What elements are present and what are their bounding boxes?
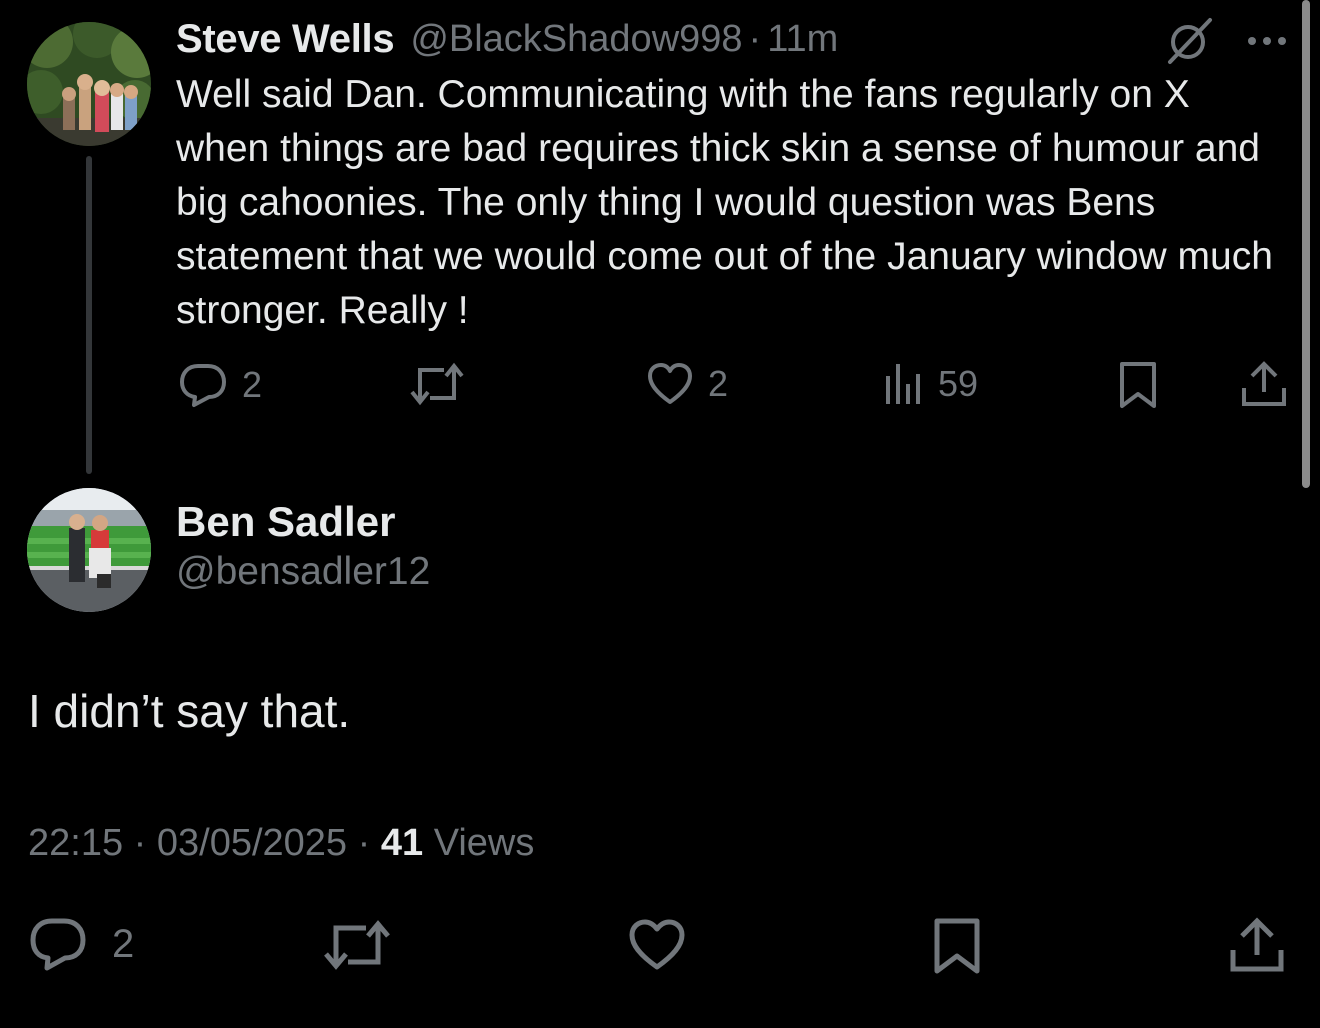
- reply-author-name[interactable]: Steve Wells: [176, 17, 395, 62]
- share-upload-icon: [1230, 917, 1284, 972]
- grok-icon[interactable]: [1164, 16, 1216, 66]
- heart-icon: [629, 919, 685, 970]
- separator-dot: ·: [133, 822, 147, 864]
- main-tweet-views-count: 41: [380, 822, 424, 864]
- reply-like-count: 2: [708, 363, 729, 404]
- reply-reply-button[interactable]: 2: [178, 362, 262, 408]
- retweet-icon: [324, 920, 390, 970]
- share-upload-icon: [1242, 361, 1286, 406]
- reply-reply-count: 2: [242, 364, 263, 405]
- reply-timestamp[interactable]: 11m: [767, 18, 838, 61]
- reply-retweet-button[interactable]: [410, 362, 464, 406]
- main-share-button[interactable]: [1228, 916, 1286, 974]
- speech-bubble-icon: [30, 918, 86, 971]
- main-retweet-button[interactable]: [324, 918, 390, 972]
- main-author-avatar[interactable]: [27, 488, 151, 612]
- reply-text: Well said Dan. Communicating with the fa…: [176, 73, 1273, 332]
- main-reply-button[interactable]: 2: [28, 916, 134, 972]
- main-tweet-text: I didn’t say that.: [28, 685, 351, 737]
- main-tweet-time[interactable]: 22:15: [28, 822, 123, 864]
- bookmark-icon: [1120, 362, 1156, 408]
- reply-author-handle[interactable]: @BlackShadow998: [410, 18, 742, 61]
- scrollbar[interactable]: [1302, 0, 1310, 488]
- reply-author-avatar[interactable]: [27, 22, 151, 146]
- reply-bookmark-button[interactable]: [1118, 360, 1158, 410]
- bookmark-icon: [934, 918, 980, 974]
- separator-dot: ·: [357, 822, 371, 864]
- speech-bubble-icon: [180, 364, 226, 407]
- main-tweet-meta: 22:15 · 03/05/2025 · 41 Views: [28, 822, 534, 865]
- separator-dot: ·: [748, 17, 762, 60]
- main-reply-count: 2: [112, 921, 135, 966]
- main-author-name[interactable]: Ben Sadler: [176, 498, 395, 546]
- main-bookmark-button[interactable]: [932, 916, 982, 976]
- main-like-button[interactable]: [628, 918, 686, 972]
- main-tweet-date[interactable]: 03/05/2025: [157, 822, 347, 864]
- reply-share-button[interactable]: [1240, 360, 1288, 408]
- heart-icon: [648, 363, 692, 404]
- thread-connector-line: [86, 156, 92, 474]
- reply-like-button[interactable]: 2: [646, 362, 728, 406]
- reply-views-button[interactable]: 59: [884, 362, 978, 406]
- more-dots-icon[interactable]: [1244, 24, 1290, 58]
- bar-chart-icon: [886, 364, 920, 404]
- reply-view-count: 59: [938, 363, 979, 404]
- retweet-icon: [410, 362, 464, 406]
- reply-header: Steve Wells @BlackShadow998 · 11m: [176, 14, 838, 64]
- main-tweet-views-label: Views: [433, 822, 535, 864]
- main-author-handle[interactable]: @bensadler12: [176, 550, 430, 594]
